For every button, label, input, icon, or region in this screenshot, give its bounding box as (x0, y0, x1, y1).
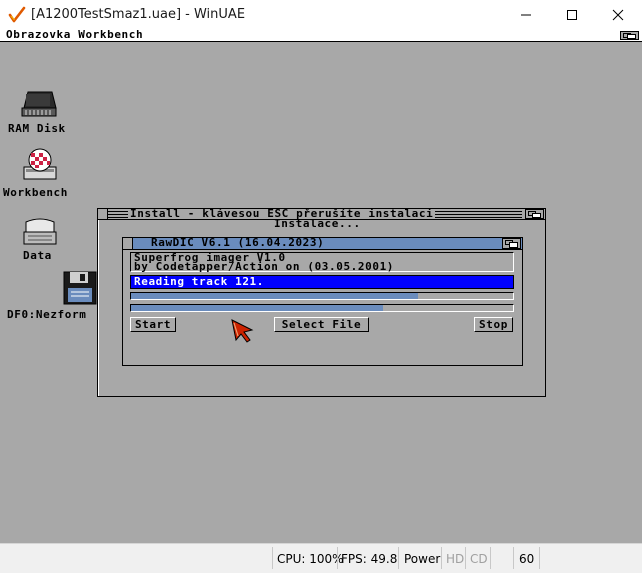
select-file-button-label: Select File (281, 318, 362, 331)
close-button[interactable] (595, 0, 641, 30)
status-separator (490, 547, 491, 569)
close-icon (612, 9, 624, 21)
cpu-indicator: CPU: 100% (277, 552, 344, 566)
close-gadget[interactable] (123, 238, 133, 249)
mouse-pointer-icon (231, 319, 254, 343)
start-button-label: Start (134, 318, 172, 331)
stop-button[interactable]: Stop (474, 317, 513, 332)
maximize-button[interactable] (549, 0, 595, 30)
close-gadget[interactable] (98, 209, 108, 219)
power-indicator: Power (404, 552, 441, 566)
minimize-icon (521, 14, 531, 16)
info-line-2: by Codetapper/Action on (03.05.2001) (134, 260, 395, 273)
ram-disk-icon (21, 91, 57, 117)
status-separator (441, 547, 442, 569)
fps-indicator: FPS: 49.8 (341, 552, 398, 566)
status-separator (513, 547, 514, 569)
desktop-icon-label: RAM Disk (8, 122, 66, 135)
status-separator (272, 547, 273, 569)
maximize-icon (567, 10, 577, 20)
status-text: Reading track 121. (134, 275, 265, 288)
window-title: [A1200TestSmaz1.uae] - WinUAE (31, 7, 246, 22)
status-separator (337, 547, 338, 569)
status-line: Reading track 121. (130, 275, 514, 289)
start-button[interactable]: Start (130, 317, 176, 332)
floppy-disk-icon (63, 271, 97, 305)
desktop-icon-label: Data (23, 249, 52, 262)
status-separator (539, 547, 540, 569)
amiga-screen[interactable]: Obrazovka Workbench RAM Disk Workbench D… (0, 30, 642, 543)
emulator-status-bar: CPU: 100% FPS: 49.8 Power HD CD 60 (0, 543, 642, 573)
winuae-checkmark-icon (8, 6, 26, 23)
depth-gadget-icon[interactable] (502, 238, 521, 249)
volume-indicator: 60 (519, 552, 535, 566)
hd-indicator: HD (446, 552, 465, 566)
info-box: Superfrog imager V1.0 by Codetapper/Acti… (130, 252, 514, 272)
progress-bar-1-fill (131, 293, 418, 299)
workbench-disk-icon (23, 148, 57, 180)
screen-depth-gadget-icon[interactable] (620, 31, 639, 40)
desktop-icon-data[interactable]: Data (16, 216, 66, 262)
depth-gadget-icon[interactable] (525, 209, 544, 219)
select-file-button[interactable]: Select File (274, 317, 369, 332)
status-separator (465, 547, 466, 569)
screen-title-bar[interactable]: Obrazovka Workbench (0, 30, 642, 42)
status-separator (398, 547, 399, 569)
rawdic-title-bar[interactable]: RawDIC V6.1 (16.04.2023) (123, 236, 522, 250)
rawdic-title: RawDIC V6.1 (16.04.2023) (151, 236, 325, 249)
cd-indicator: CD (470, 552, 488, 566)
progress-bar-2 (130, 304, 514, 312)
minimize-button[interactable] (503, 0, 549, 30)
desktop-icon-label: Workbench (3, 186, 69, 199)
desktop-icon-label: DF0:Nezform (7, 308, 87, 321)
rawdic-window[interactable]: RawDIC V6.1 (16.04.2023) Superfrog image… (122, 236, 523, 366)
install-status-text: Instalace... (274, 217, 361, 230)
desktop-icon-ram-disk[interactable]: RAM Disk (6, 88, 76, 136)
progress-bar-1 (130, 292, 514, 300)
desktop-icon-workbench[interactable]: Workbench (2, 145, 82, 199)
hard-drive-icon (23, 218, 57, 245)
desktop-icon-df0[interactable]: DF0:Nezform (4, 270, 98, 321)
window-title-bar[interactable]: [A1200TestSmaz1.uae] - WinUAE (0, 0, 642, 31)
stop-button-label: Stop (479, 318, 508, 331)
screen-title: Obrazovka Workbench (6, 30, 144, 41)
progress-bar-2-fill (131, 305, 384, 311)
